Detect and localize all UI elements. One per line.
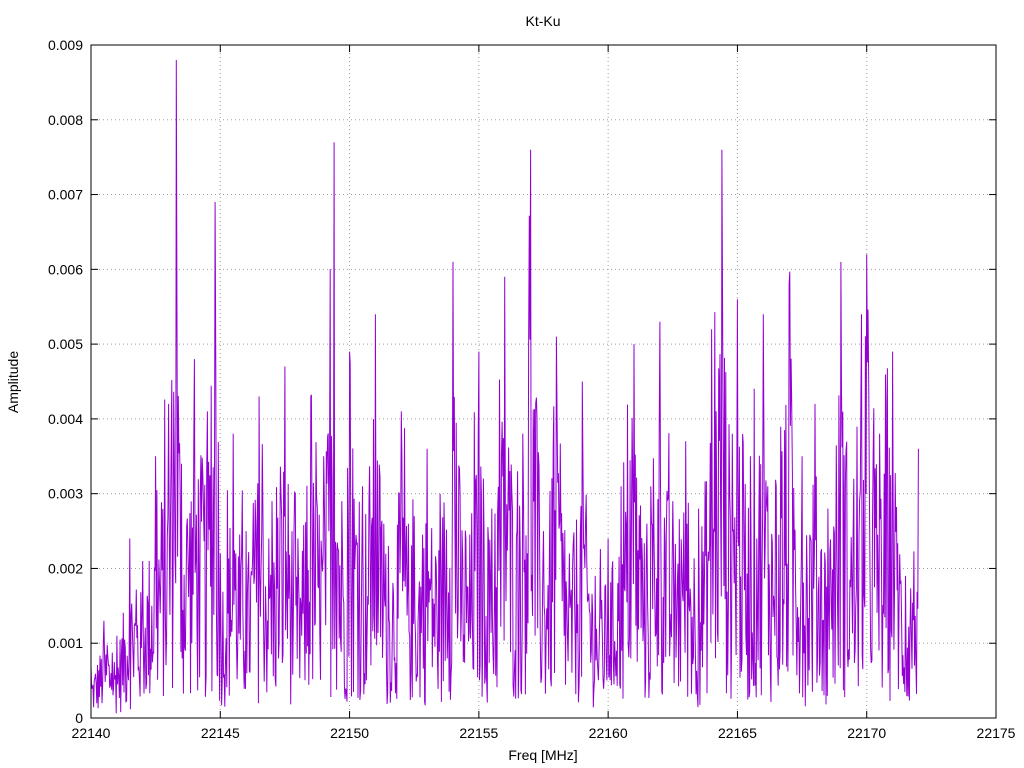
series-layer xyxy=(90,59,919,714)
chart-title: Kt-Ku xyxy=(525,13,560,29)
y-tick-label: 0.006 xyxy=(48,261,83,277)
x-tick-label: 22145 xyxy=(201,725,240,741)
y-axis-label: Amplitude xyxy=(5,351,21,413)
y-tick-label: 0.002 xyxy=(48,560,83,576)
y-tick-label: 0.005 xyxy=(48,336,83,352)
y-tick-label: 0.007 xyxy=(48,187,83,203)
x-tick-label: 22165 xyxy=(718,725,757,741)
amplitude-chart: 22140 22145 22150 22155 22160 22165 22170 22175… xyxy=(5,13,1016,763)
y-tick-label: 0.009 xyxy=(48,37,83,53)
x-tick-label: 22155 xyxy=(459,725,498,741)
x-tick-label: 22170 xyxy=(847,725,886,741)
x-tick-label: 22150 xyxy=(330,725,369,741)
series-line-0 xyxy=(90,59,919,714)
y-tick-label: 0.001 xyxy=(48,635,83,651)
y-tick-label: 0 xyxy=(75,710,83,726)
x-tick-label: 22175 xyxy=(977,725,1016,741)
y-tick-label: 0.003 xyxy=(48,486,83,502)
y-tick-label: 0.004 xyxy=(48,411,83,427)
x-tick-label: 22140 xyxy=(72,725,111,741)
x-tick-label: 22160 xyxy=(589,725,628,741)
y-tick-label: 0.008 xyxy=(48,112,83,128)
x-axis-label: Freq [MHz] xyxy=(508,747,577,763)
